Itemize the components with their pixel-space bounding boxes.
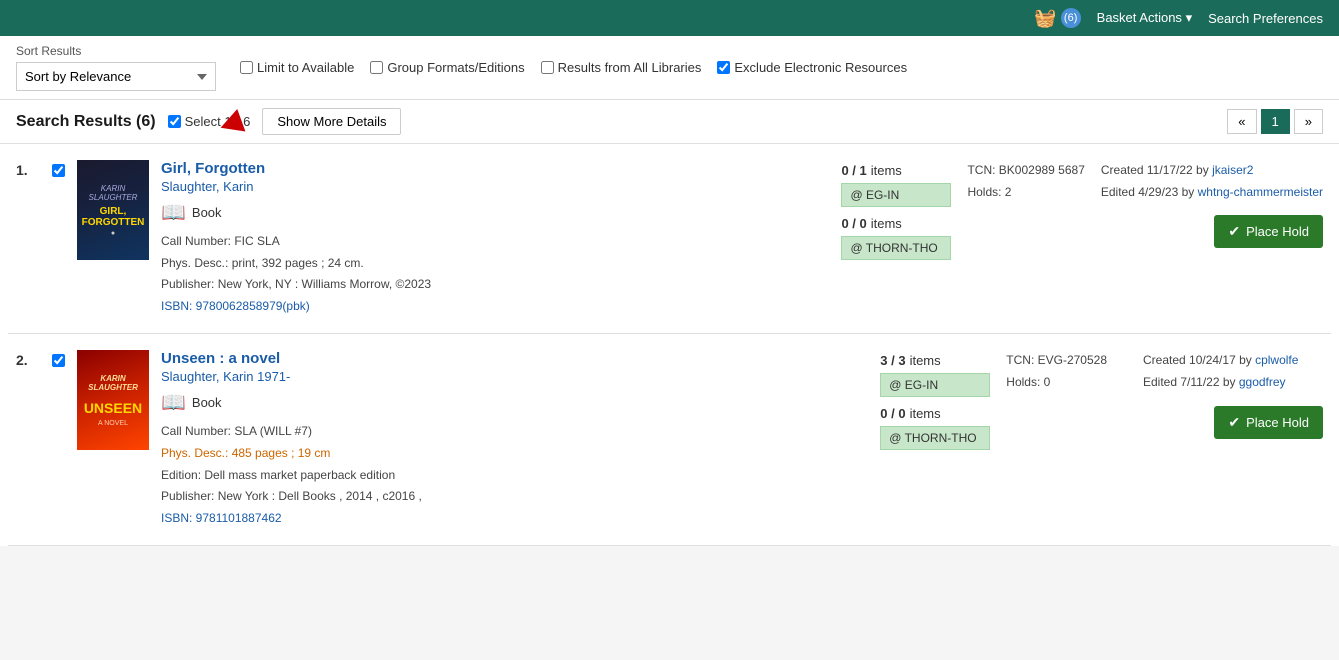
avail-location-2b: @ THORN-THO (880, 426, 990, 450)
filter-all-libraries-checkbox[interactable] (541, 61, 554, 74)
top-bar: 🧺 (6) Basket Actions ▾ Search Preference… (0, 0, 1339, 36)
avail-row-2a: 3 / 3 items (880, 350, 990, 371)
filter-limit-available[interactable]: Limit to Available (240, 60, 354, 75)
avail-row-1b: 0 / 0 items (841, 213, 951, 234)
filter-group-checkbox[interactable] (370, 61, 383, 74)
basket-actions-button[interactable]: Basket Actions ▾ (1097, 10, 1192, 26)
item-meta-2: Call Number: SLA (WILL #7) Phys. Desc.: … (161, 421, 864, 529)
phys-desc-2: Phys. Desc.: 485 pages ; 19 cm (161, 443, 864, 465)
holds-2: Holds: 0 (1006, 372, 1107, 394)
basket-button[interactable]: 🧺 (6) (1034, 8, 1080, 29)
filter-exclude-electronic[interactable]: Exclude Electronic Resources (717, 60, 907, 75)
tcn-1: TCN: BK002989 5687 (967, 160, 1084, 182)
book-icon-1: 📖 (161, 200, 186, 225)
item-meta-1: Call Number: FIC SLA Phys. Desc.: print,… (161, 231, 825, 317)
book-cover-1: KARINSLAUGHTER GIRL,FORGOTTEN ● (77, 160, 149, 260)
pagination: « 1 » (1227, 109, 1323, 134)
results-title: Search Results (6) (16, 113, 156, 131)
availability-2: 3 / 3 items @ EG-IN 0 / 0 items @ THORN-… (880, 350, 990, 450)
avail-row-1a: 0 / 1 items (841, 160, 951, 181)
toolbar: Sort Results Sort by Relevance Sort by T… (0, 36, 1339, 100)
item-format-2: 📖 Book (161, 390, 864, 415)
call-number-1: Call Number: FIC SLA (161, 231, 825, 253)
phys-desc-1: Phys. Desc.: print, 392 pages ; 24 cm. (161, 253, 825, 275)
item-title-2[interactable]: Unseen : a novel (161, 350, 280, 367)
tcn-2: TCN: EVG-270528 (1006, 350, 1107, 372)
created-col-1: Created 11/17/22 by jkaiser2 Edited 4/29… (1101, 160, 1323, 203)
item-row-data-1: Girl, Forgotten Slaughter, Karin 📖 Book … (161, 160, 1323, 317)
show-more-details-button[interactable]: Show More Details (262, 108, 401, 135)
filter-options: Limit to Available Group Formats/Edition… (240, 60, 907, 75)
item-checkbox-1[interactable] (52, 160, 65, 180)
item-number-1: 1. (16, 160, 40, 178)
item-author-1[interactable]: Slaughter, Karin (161, 179, 825, 194)
results-header: Search Results (6) Select 1 - 6 Show Mor… (0, 100, 1339, 144)
results-list: 1. KARINSLAUGHTER GIRL,FORGOTTEN ● Girl,… (0, 144, 1339, 546)
page-prev-button[interactable]: « (1227, 109, 1256, 134)
edition-2: Edition: Dell mass market paperback edit… (161, 465, 864, 487)
item-details-1: Girl, Forgotten Slaughter, Karin 📖 Book … (161, 160, 825, 317)
publisher-1: Publisher: New York, NY : Williams Morro… (161, 274, 825, 296)
basket-icon: 🧺 (1034, 8, 1056, 29)
table-row: 1. KARINSLAUGHTER GIRL,FORGOTTEN ● Girl,… (8, 144, 1331, 334)
item-format-1: 📖 Book (161, 200, 825, 225)
place-hold-button-2[interactable]: ✔ Place Hold (1214, 406, 1323, 439)
place-hold-button-1[interactable]: ✔ Place Hold (1214, 215, 1323, 248)
select-all-checkbox[interactable] (168, 115, 181, 128)
avail-location-2a: @ EG-IN (880, 373, 990, 397)
item-title-1[interactable]: Girl, Forgotten (161, 160, 265, 177)
creator-link-1[interactable]: jkaiser2 (1212, 163, 1253, 177)
right-col-2: Created 10/24/17 by cplwolfe Edited 7/11… (1123, 350, 1323, 438)
format-label-2: Book (192, 395, 222, 410)
tcn-col-2: TCN: EVG-270528 Holds: 0 (1006, 350, 1107, 393)
table-row: 2. KARINSLAUGHTER UNSEEN A NOVEL Unseen … (8, 334, 1331, 546)
item-row-data-2: Unseen : a novel Slaughter, Karin 1971- … (161, 350, 1323, 529)
editor-link-2[interactable]: ggodfrey (1239, 375, 1286, 389)
avail-location-1b: @ THORN-THO (841, 236, 951, 260)
page-current-button[interactable]: 1 (1261, 109, 1290, 134)
page-next-button[interactable]: » (1294, 109, 1323, 134)
right-col-1: Created 11/17/22 by jkaiser2 Edited 4/29… (1101, 160, 1323, 248)
search-preferences-button[interactable]: Search Preferences (1208, 11, 1323, 26)
filter-limit-checkbox[interactable] (240, 61, 253, 74)
filter-group-formats[interactable]: Group Formats/Editions (370, 60, 524, 75)
holds-1: Holds: 2 (967, 182, 1084, 204)
edited-2: Edited 7/11/22 by ggodfrey (1143, 372, 1323, 394)
basket-count: (6) (1061, 8, 1081, 28)
filter-all-libraries[interactable]: Results from All Libraries (541, 60, 702, 75)
sort-select[interactable]: Sort by Relevance Sort by Title Sort by … (16, 62, 216, 91)
created-2: Created 10/24/17 by cplwolfe (1143, 350, 1323, 372)
isbn-1[interactable]: ISBN: 9780062858979(pbk) (161, 299, 310, 313)
avail-row-2b: 0 / 0 items (880, 403, 990, 424)
checkmark-icon-1: ✔ (1228, 223, 1240, 240)
created-1: Created 11/17/22 by jkaiser2 (1101, 160, 1323, 182)
tcn-col-1: TCN: BK002989 5687 Holds: 2 (967, 160, 1084, 203)
avail-location-1a: @ EG-IN (841, 183, 951, 207)
item-checkbox-2[interactable] (52, 350, 65, 370)
book-cover-2: KARINSLAUGHTER UNSEEN A NOVEL (77, 350, 149, 450)
sort-section: Sort Results Sort by Relevance Sort by T… (16, 44, 216, 91)
format-label-1: Book (192, 205, 222, 220)
call-number-2: Call Number: SLA (WILL #7) (161, 421, 864, 443)
created-col-2: Created 10/24/17 by cplwolfe Edited 7/11… (1143, 350, 1323, 393)
isbn-2[interactable]: ISBN: 9781101887462 (161, 511, 282, 525)
creator-link-2[interactable]: cplwolfe (1255, 353, 1298, 367)
item-details-2: Unseen : a novel Slaughter, Karin 1971- … (161, 350, 864, 529)
checkmark-icon-2: ✔ (1228, 414, 1240, 431)
filter-exclude-checkbox[interactable] (717, 61, 730, 74)
sort-label: Sort Results (16, 44, 216, 58)
editor-link-1[interactable]: whtng-chammermeister (1198, 185, 1323, 199)
publisher-2: Publisher: New York : Dell Books , 2014 … (161, 486, 864, 508)
availability-1: 0 / 1 items @ EG-IN 0 / 0 items @ THORN-… (841, 160, 951, 260)
edited-1: Edited 4/29/23 by whtng-chammermeister (1101, 182, 1323, 204)
book-icon-2: 📖 (161, 390, 186, 415)
item-number-2: 2. (16, 350, 40, 368)
item-author-2[interactable]: Slaughter, Karin 1971- (161, 369, 864, 384)
